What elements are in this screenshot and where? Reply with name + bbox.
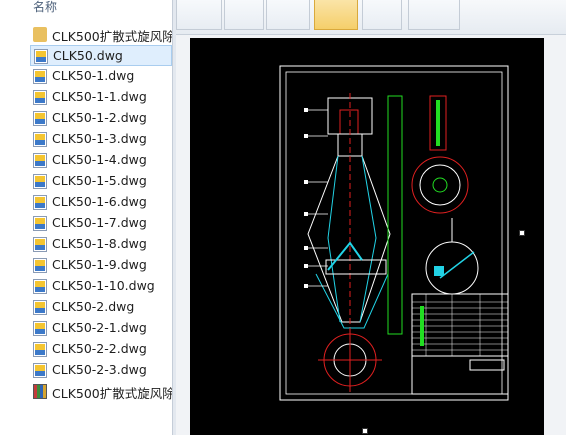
file-name: CLK50-1-10.dwg (52, 278, 155, 293)
file-list-item[interactable]: CLK50-1-3.dwg (30, 129, 172, 150)
file-list-item[interactable]: CLK50-1-6.dwg (30, 192, 172, 213)
file-name: CLK50-1-5.dwg (52, 173, 147, 188)
toolbar-button-2[interactable] (224, 0, 264, 30)
toolbar-button-6[interactable] (408, 0, 460, 30)
file-list-item[interactable]: CLK50-1-1.dwg (30, 87, 172, 108)
resize-handle-bottom[interactable] (362, 428, 368, 434)
file-name: CLK50-1.dwg (52, 68, 135, 83)
support-frame (387, 95, 403, 335)
toolbar-button-3[interactable] (266, 0, 310, 30)
toolbar-button-4[interactable] (314, 0, 358, 30)
leader-dot (304, 134, 308, 138)
file-list-item[interactable]: CLK50-2-1.dwg (30, 318, 172, 339)
file-list-item[interactable]: CLK50-1-9.dwg (30, 255, 172, 276)
dwg-preview-canvas[interactable] (190, 38, 544, 435)
dwg-file-icon (33, 132, 47, 147)
file-name: CLK50-2-3.dwg (52, 362, 147, 377)
drawing-inner-border (285, 71, 503, 395)
column-header-label: 名称 (33, 0, 58, 14)
file-list-pane: 名称 CLK500扩散式旋风除 CLK50.dwg CLK50-1.dwg CLK50… (0, 0, 172, 435)
file-list-item[interactable]: CLK500扩散式旋风除 (30, 381, 172, 402)
leader-dot (304, 246, 308, 250)
section-vane (439, 251, 475, 279)
file-list-item[interactable]: CLK50.dwg (30, 45, 172, 66)
detail-a-fill (436, 100, 440, 146)
file-name: CLK50-1-7.dwg (52, 215, 147, 230)
file-name: CLK50.dwg (53, 48, 123, 63)
leader-dot (304, 180, 308, 184)
leader-dot (304, 212, 308, 216)
file-name: CLK500扩散式旋风除 (52, 29, 172, 44)
dwg-file-icon (33, 153, 47, 168)
file-name: CLK50-1-1.dwg (52, 89, 147, 104)
dwg-file-icon (33, 69, 47, 84)
dwg-file-icon (33, 216, 47, 231)
table-marks (420, 306, 424, 346)
file-list-item[interactable]: CLK500扩散式旋风除 (30, 24, 172, 45)
dwg-file-icon (33, 258, 47, 273)
dwg-file-icon (33, 300, 47, 315)
file-list-item[interactable]: CLK50-1-4.dwg (30, 150, 172, 171)
dwg-file-icon (33, 195, 47, 210)
leader-dot (304, 264, 308, 268)
file-list-item[interactable]: CLK50-2-3.dwg (30, 360, 172, 381)
file-name: CLK50-1-2.dwg (52, 110, 147, 125)
toolbar-button-1[interactable] (176, 0, 222, 30)
title-cell (469, 359, 505, 371)
top-view-core (432, 177, 448, 193)
file-name: CLK50-1-9.dwg (52, 257, 147, 272)
dwg-file-icon (33, 174, 47, 189)
file-list-item[interactable]: CLK50-1-5.dwg (30, 171, 172, 192)
dwg-file-icon (33, 342, 47, 357)
dwg-file-icon (33, 279, 47, 294)
cyclone-cone-inner (327, 155, 341, 323)
file-list-item[interactable]: CLK50-2.dwg (30, 297, 172, 318)
file-list-item[interactable]: CLK50-1-8.dwg (30, 234, 172, 255)
file-name: CLK50-2-2.dwg (52, 341, 147, 356)
dwg-file-icon (33, 111, 47, 126)
file-name: CLK50-1-4.dwg (52, 152, 147, 167)
rar-archive-icon (33, 384, 47, 399)
top-view-inner (419, 164, 461, 206)
preview-pane (176, 0, 566, 435)
file-list-item[interactable]: CLK50-1-10.dwg (30, 276, 172, 297)
file-list-item[interactable]: CLK50-2-2.dwg (30, 339, 172, 360)
cad-drawing (279, 65, 509, 401)
dwg-file-icon (33, 90, 47, 105)
file-list-item[interactable]: CLK50-1-2.dwg (30, 108, 172, 129)
toolbar-button-5[interactable] (362, 0, 402, 30)
file-list-item[interactable]: CLK50-1.dwg (30, 66, 172, 87)
column-header-name[interactable]: 名称 (0, 0, 172, 22)
outlet-pipe (339, 109, 359, 135)
folder-icon (33, 27, 47, 42)
file-name: CLK50-1-8.dwg (52, 236, 147, 251)
leader-dot (304, 108, 308, 112)
section-block (434, 266, 444, 276)
file-name: CLK500扩散式旋风除 (52, 386, 172, 401)
file-name: CLK50-2.dwg (52, 299, 135, 314)
dwg-file-icon (33, 321, 47, 336)
resize-handle-right[interactable] (519, 230, 525, 236)
file-name: CLK50-2-1.dwg (52, 320, 147, 335)
preview-toolbar (176, 0, 566, 35)
dwg-file-icon (34, 49, 48, 64)
leader-dot (304, 284, 308, 288)
dwg-file-icon (33, 237, 47, 252)
title-box (411, 355, 509, 395)
inlet-duct (327, 241, 363, 271)
file-name: CLK50-1-6.dwg (52, 194, 147, 209)
file-name: CLK50-1-3.dwg (52, 131, 147, 146)
dwg-file-icon (33, 363, 47, 378)
file-list-item[interactable]: CLK50-1-7.dwg (30, 213, 172, 234)
